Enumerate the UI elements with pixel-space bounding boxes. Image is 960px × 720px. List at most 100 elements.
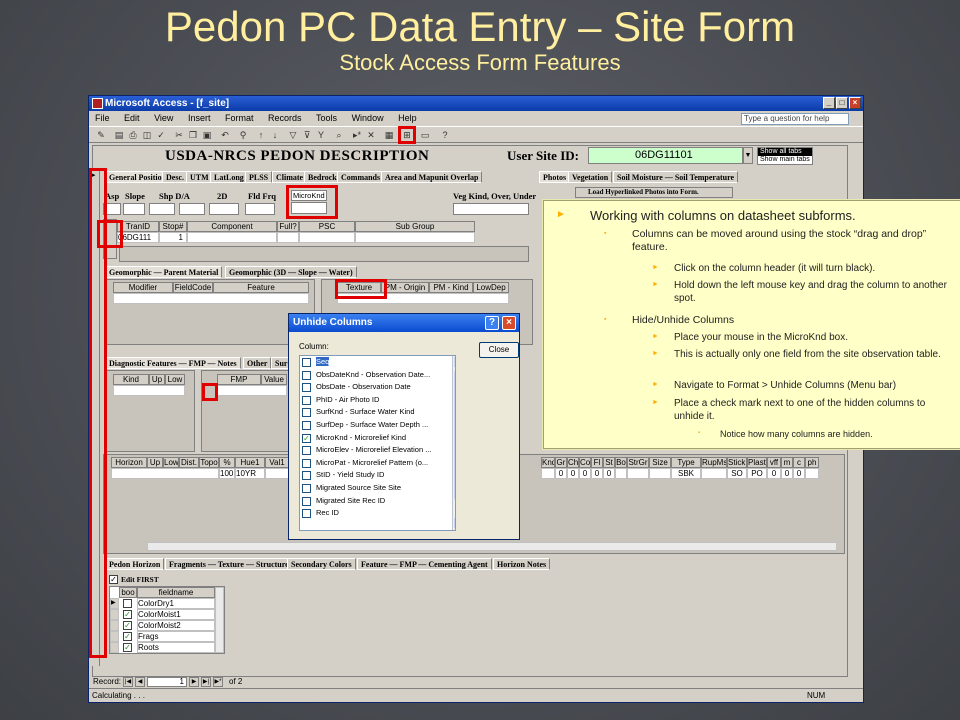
col-header-boo[interactable]: boo xyxy=(119,587,137,598)
horizon-cell[interactable] xyxy=(541,468,555,479)
last-record-button[interactable]: ▶| xyxy=(201,677,211,687)
menu-format[interactable]: Format xyxy=(225,113,254,123)
menu-window[interactable]: Window xyxy=(352,113,384,123)
2d-field[interactable] xyxy=(209,203,239,215)
horizon-cell[interactable]: 0 xyxy=(567,468,579,479)
user-site-id-field[interactable]: 06DG11101 xyxy=(588,147,743,164)
horizon-cell[interactable]: PO xyxy=(747,468,767,479)
find-icon[interactable]: ⌕ xyxy=(333,129,345,141)
paste-icon[interactable]: ▣ xyxy=(201,129,213,141)
cell-subgroup[interactable] xyxy=(355,232,475,243)
new-object-icon[interactable]: ▭ xyxy=(419,129,431,141)
sort-descending-icon[interactable]: ↓ xyxy=(269,129,281,141)
col-header-pm-kind[interactable]: PM - Kind xyxy=(429,282,473,293)
horizon-cell[interactable]: SO xyxy=(727,468,747,479)
col-header-dist[interactable]: Dist. xyxy=(179,457,199,468)
column-checkbox[interactable] xyxy=(302,509,311,519)
user-site-dropdown-button[interactable]: ▼ xyxy=(743,147,753,164)
horizon-h-scrollbar[interactable] xyxy=(147,542,837,551)
horizon-col-header[interactable]: RupMst xyxy=(701,457,727,468)
col-header-lowdep[interactable]: LowDep xyxy=(473,282,509,293)
cut-icon[interactable]: ✂ xyxy=(173,129,185,141)
column-checkbox[interactable] xyxy=(302,458,311,468)
horizon-cell[interactable] xyxy=(615,468,627,479)
col-header-fieldcode[interactable]: FieldCode xyxy=(173,282,213,293)
filter-selection-icon[interactable]: ▽ xyxy=(287,129,299,141)
properties-icon[interactable]: ▦ xyxy=(383,129,395,141)
tab-bedrock[interactable]: Bedrock xyxy=(304,171,341,183)
tab-plss[interactable]: PLSS xyxy=(245,171,273,183)
column-checkbox[interactable] xyxy=(302,483,311,493)
menu-tools[interactable]: Tools xyxy=(316,113,337,123)
horizon-cell[interactable] xyxy=(627,468,649,479)
col-header-topo[interactable]: Topo xyxy=(199,457,219,468)
print-preview-icon[interactable]: ◫ xyxy=(141,129,153,141)
tab-pedon-horizon[interactable]: Pedon Horizon xyxy=(105,558,165,570)
new-record-button[interactable]: ▶* xyxy=(213,677,223,687)
column-checkbox[interactable] xyxy=(302,395,311,405)
menu-records[interactable]: Records xyxy=(268,113,302,123)
horizon-col-header[interactable]: Co xyxy=(579,457,591,468)
horizon-col-header[interactable]: ph xyxy=(805,457,819,468)
tab-geomorphic-parent[interactable]: Geomorphic — Parent Material xyxy=(105,266,223,278)
tab-utm[interactable]: UTM xyxy=(186,171,213,183)
tab-area-mapunit[interactable]: Area and Mapunit Overlap xyxy=(381,171,483,183)
scroll-down-icon[interactable]: ▼ xyxy=(454,518,455,528)
horizon-cell[interactable]: 0 xyxy=(767,468,781,479)
column-checkbox[interactable] xyxy=(302,358,311,367)
column-checkbox[interactable]: ✓ xyxy=(302,433,311,443)
flood-freq-field[interactable] xyxy=(245,203,275,215)
column-checkbox[interactable] xyxy=(302,420,311,430)
tab-selector-option[interactable]: Show all tabs xyxy=(758,148,812,156)
tab-soil-moisture[interactable]: Soil Moisture — Soil Temperature xyxy=(613,171,739,183)
cell-psc[interactable] xyxy=(299,232,355,243)
maximize-button[interactable]: □ xyxy=(836,97,848,109)
boo-checkbox[interactable]: ✓ xyxy=(123,610,132,619)
column-checkbox[interactable] xyxy=(302,383,311,393)
fieldname-cell[interactable]: ColorMoist2 xyxy=(137,620,215,631)
column-list-item[interactable]: SurfKnd - Surface Water Kind xyxy=(300,406,455,419)
menu-view[interactable]: View xyxy=(154,113,173,123)
column-checkbox[interactable] xyxy=(302,471,311,481)
cell-component[interactable] xyxy=(187,232,277,243)
col-header-fieldname[interactable]: fieldname xyxy=(137,587,215,598)
tab-geomorphic-3d[interactable]: Geomorphic (3D — Slope — Water) xyxy=(225,266,357,278)
boo-checkbox[interactable]: ✓ xyxy=(123,621,132,630)
first-record-button[interactable]: |◀ xyxy=(123,677,133,687)
col-header-tranid[interactable]: TranID xyxy=(117,221,159,232)
col-header-up[interactable]: Up xyxy=(149,374,165,385)
minimize-button[interactable]: _ xyxy=(823,97,835,109)
fieldname-cell[interactable]: Roots xyxy=(137,642,215,653)
col-header-stop[interactable]: Stop# xyxy=(159,221,187,232)
cell-tranid[interactable]: 06DG111 xyxy=(117,232,159,243)
veg-kind-field[interactable] xyxy=(453,203,529,215)
horizon-cell[interactable]: SBK xyxy=(671,468,701,479)
tab-fragments[interactable]: Fragments — Texture — Structure xyxy=(165,558,293,570)
save-icon[interactable]: ▤ xyxy=(113,129,125,141)
horizon-cell[interactable]: 0 xyxy=(555,468,567,479)
col-header-psc[interactable]: PSC xyxy=(299,221,355,232)
horizon-col-header[interactable]: c xyxy=(793,457,805,468)
print-icon[interactable]: ⎙ xyxy=(127,129,139,141)
horizon-cell[interactable]: 0 xyxy=(793,468,805,479)
cell-h-percent[interactable]: 100 xyxy=(219,468,235,479)
horizon-cell[interactable]: 0 xyxy=(781,468,793,479)
geomorphic-new-row[interactable] xyxy=(113,293,309,304)
horizon-col-header[interactable]: Size xyxy=(649,457,671,468)
horizon-cell[interactable]: 0 xyxy=(603,468,615,479)
tab-feature-fmp[interactable]: Feature — FMP — Cementing Agent xyxy=(357,558,492,570)
column-checkbox[interactable] xyxy=(302,370,311,380)
column-checkbox[interactable] xyxy=(302,446,311,456)
boo-checkbox[interactable] xyxy=(123,599,132,608)
horizon-col-header[interactable]: Stick. xyxy=(727,457,747,468)
horizon-col-header[interactable]: Fl xyxy=(591,457,603,468)
horizon-col-header[interactable]: Bo xyxy=(615,457,627,468)
horizon-col-header[interactable]: StrGr xyxy=(627,457,649,468)
tab-selector-list[interactable]: Show all tabs Show main tabs xyxy=(757,147,813,165)
column-checkbox[interactable] xyxy=(302,408,311,418)
copy-icon[interactable]: ❐ xyxy=(187,129,199,141)
menu-edit[interactable]: Edit xyxy=(124,113,140,123)
col-header-val1[interactable]: Val1 xyxy=(265,457,289,468)
horizon-col-header[interactable]: Plast. xyxy=(747,457,767,468)
col-header-component[interactable]: Component xyxy=(187,221,277,232)
